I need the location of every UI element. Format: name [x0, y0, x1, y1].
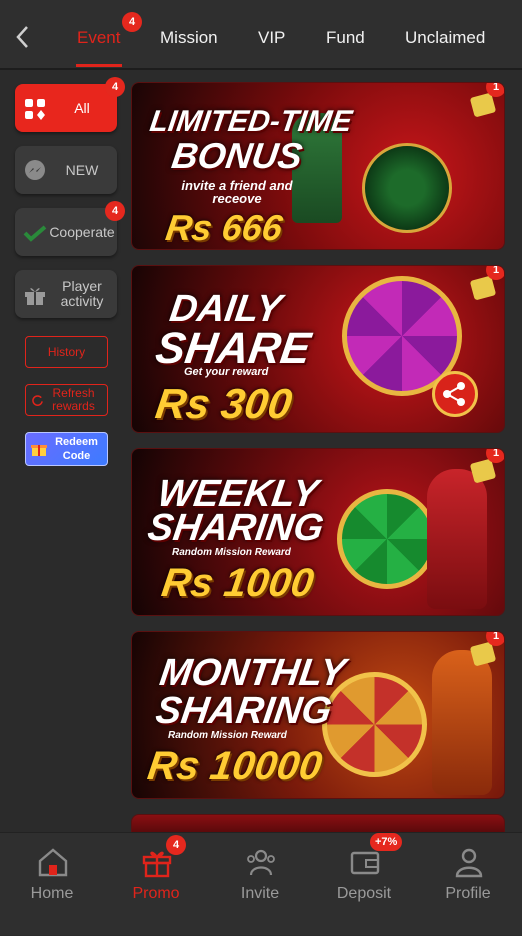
history-button[interactable]: History [25, 336, 108, 368]
invite-icon [247, 849, 275, 876]
bottom-nav-bar: Home 4 Promo Invite +7% Deposit Profile [0, 832, 522, 935]
banner-subtitle: Random Mission Reward [168, 730, 287, 741]
nav-label: Home [30, 885, 74, 902]
messenger-icon [25, 160, 45, 180]
banner-amount: Rs 666 [163, 207, 286, 248]
nav-invite[interactable]: Invite [208, 833, 312, 936]
refresh-rewards-label: Refresh rewards [52, 386, 95, 413]
banner-subtitle: Random Mission Reward [172, 547, 291, 558]
banner-badge: 1 [486, 449, 504, 463]
banner-badge: 1 [486, 632, 504, 646]
nav-profile[interactable]: Profile [416, 833, 520, 936]
sidebar-item-label: Cooperate [49, 223, 115, 240]
banner-amount: Rs 10000 [144, 744, 325, 788]
nav-label: Invite [240, 885, 280, 902]
banner-amount: Rs 300 [152, 380, 295, 427]
share-icon [432, 371, 478, 417]
sidebar-item-label: NEW [65, 161, 99, 178]
active-tab-underline [76, 64, 122, 67]
banner-badge: 1 [486, 83, 504, 97]
promo-badge: 4 [166, 835, 186, 855]
banner-daily-share[interactable]: DAILY SHARE Get your reward Rs 300 1 [131, 265, 505, 433]
nav-home[interactable]: Home [0, 833, 104, 936]
green-wheel-art [337, 489, 437, 589]
tab-unclaimed[interactable]: Unclaimed [405, 28, 485, 48]
user-icon [455, 848, 483, 878]
banner-weekly-sharing[interactable]: WEEKLY SHARING Random Mission Reward Rs … [131, 448, 505, 616]
lady-art [432, 650, 492, 795]
banner-title-line2: BONUS [169, 135, 305, 176]
redeem-code-button[interactable]: Redeem Code [25, 432, 108, 466]
sidebar-item-player-activity[interactable]: Player activity [15, 270, 117, 318]
gift-icon [25, 288, 45, 305]
tab-fund[interactable]: Fund [326, 28, 365, 48]
redeem-gift-icon [31, 445, 47, 456]
category-sidebar: All 4 NEW Cooperate 4 Player activity Hi… [0, 72, 127, 832]
refresh-rewards-button[interactable]: Refresh rewards [25, 384, 108, 416]
home-icon [38, 848, 68, 877]
nav-label: Deposit [336, 885, 392, 902]
sidebar-item-new[interactable]: NEW [15, 146, 117, 194]
redeem-code-label: Redeem Code [55, 436, 98, 462]
banner-badge: 1 [486, 266, 504, 280]
banner-subtitle: invite a friend and receove [181, 178, 293, 206]
pilot-girl-art [427, 469, 487, 609]
sidebar-item-label: Player activity [60, 278, 104, 309]
nav-label: Promo [132, 885, 180, 902]
sidebar-item-cooperate[interactable]: Cooperate 4 [15, 201, 125, 256]
sidebar-all-badge: 4 [105, 77, 125, 97]
refresh-icon [32, 395, 43, 406]
sidebar-item-label: All [74, 99, 90, 116]
sidebar-item-all[interactable]: All 4 [15, 77, 125, 132]
banner-title-line2: SHARING [153, 690, 335, 732]
roulette-art [362, 143, 452, 233]
back-arrow-icon[interactable] [12, 24, 34, 50]
banner-title-line2: SHARING [145, 507, 327, 549]
grid-icon [25, 99, 45, 120]
sidebar-cooperate-badge: 4 [105, 201, 125, 221]
nav-promo[interactable]: 4 Promo [104, 833, 208, 936]
banner-subtitle: Get your reward [184, 366, 269, 378]
nav-deposit[interactable]: +7% Deposit [312, 833, 416, 936]
top-tab-bar: Event 4 Mission VIP Fund Unclaimed [0, 0, 522, 70]
banner-amount: Rs 1000 [158, 561, 317, 605]
tab-vip[interactable]: VIP [258, 28, 285, 48]
tab-mission[interactable]: Mission [160, 28, 218, 48]
deposit-bonus-badge: +7% [370, 833, 403, 851]
tab-event[interactable]: Event [77, 28, 120, 48]
tab-event-badge: 4 [122, 12, 142, 32]
handshake-icon [23, 225, 47, 242]
banner-title-line1: LIMITED-TIME [147, 105, 355, 138]
banner-title-line1: MONTHLY [157, 652, 349, 694]
banner-monthly-sharing[interactable]: MONTHLY SHARING Random Mission Reward Rs… [131, 631, 505, 799]
nav-label: Profile [445, 885, 491, 902]
banner-limited-time-bonus[interactable]: LIMITED-TIME BONUS invite a friend and r… [131, 82, 505, 250]
